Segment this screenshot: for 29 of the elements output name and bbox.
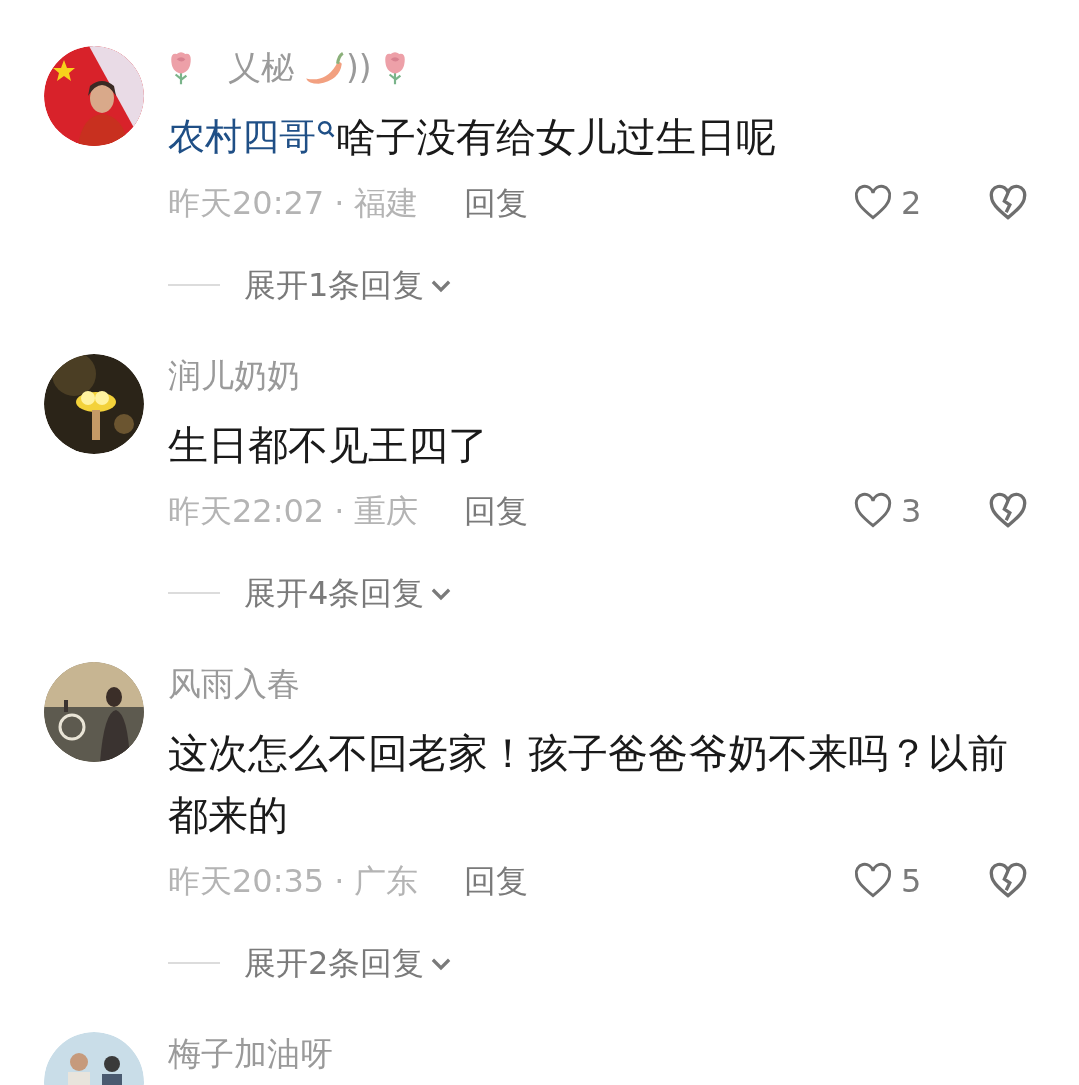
- separator-dot: ·: [334, 491, 345, 532]
- separator-dot: ·: [334, 183, 345, 224]
- expand-replies-button[interactable]: 展开1条回复: [244, 261, 455, 309]
- search-icon: [316, 118, 336, 140]
- username[interactable]: 润儿奶奶: [168, 356, 300, 396]
- comment-time: 昨天22:02: [168, 491, 325, 532]
- like-count: 2: [901, 183, 922, 224]
- username[interactable]: 梅子加油呀: [168, 1034, 333, 1074]
- reply-button[interactable]: 回复: [464, 487, 529, 535]
- mention-link[interactable]: 农村四哥: [168, 106, 316, 168]
- comment-region: 重庆: [354, 491, 419, 532]
- comment-text: 这次怎么不回老家！孩子爸爸爷奶不来吗？以前都来的: [168, 729, 1009, 840]
- chili-icon: [304, 51, 346, 85]
- comment-text: 生日都不见王四了: [168, 421, 488, 470]
- comment-time: 昨天20:27: [168, 183, 325, 224]
- username[interactable]: 风雨入春: [168, 664, 300, 704]
- comment-text: 啥子没有给女儿过生日呢: [336, 113, 776, 162]
- comment-region: 福建: [354, 183, 419, 224]
- reply-button[interactable]: 回复: [464, 179, 529, 227]
- username[interactable]: 乂柲: [228, 48, 294, 88]
- comment-region: 广东: [354, 861, 419, 902]
- expand-replies-button[interactable]: 展开4条回复: [244, 569, 455, 617]
- like-count: 3: [901, 491, 922, 532]
- comment-time: 昨天20:35: [168, 861, 325, 902]
- reply-button[interactable]: 回复: [464, 857, 529, 905]
- username-suffix: )): [346, 47, 372, 90]
- expand-replies-button[interactable]: 展开2条回复: [244, 939, 455, 987]
- like-count: 5: [901, 861, 922, 902]
- separator-dot: ·: [334, 861, 345, 902]
